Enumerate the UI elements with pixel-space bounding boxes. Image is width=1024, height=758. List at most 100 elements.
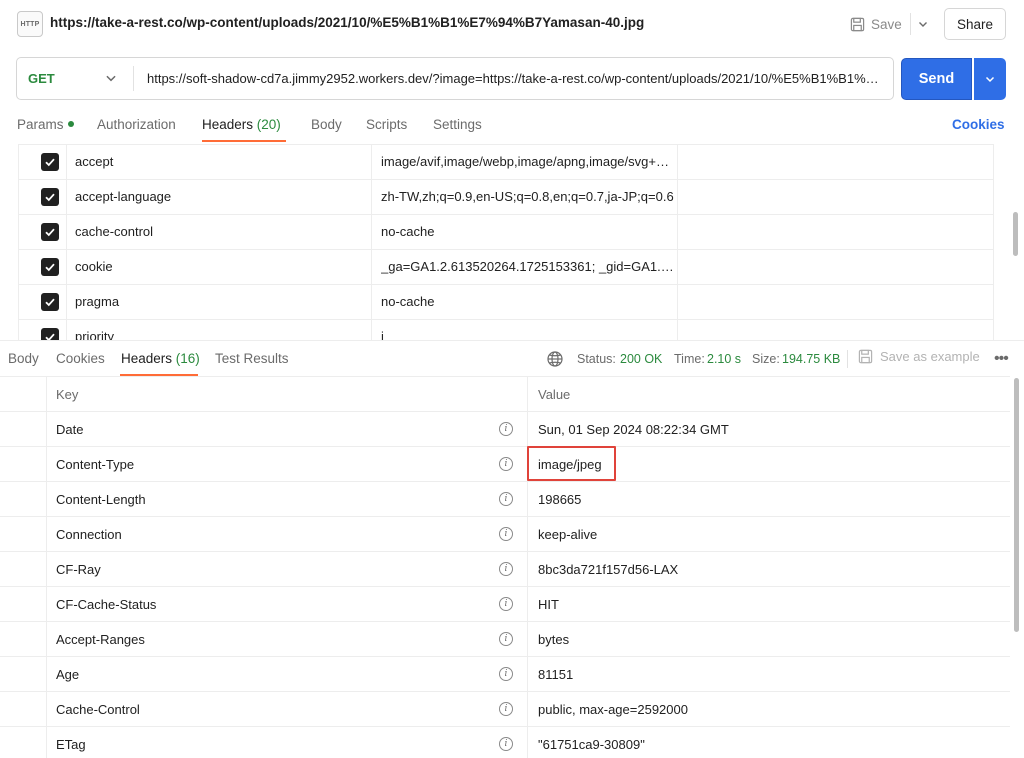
response-header-value: 198665 [538,492,582,507]
info-icon[interactable]: i [499,492,513,506]
response-header-key: Content-Length [56,492,146,507]
table-row: CF-Ray i 8bc3da721f157d56-LAX [0,551,1010,586]
header-value[interactable]: _ga=GA1.2.613520264.1725153361; _gid=GA1… [381,259,675,274]
size-value[interactable]: 194.75 KB [782,352,840,366]
url-input[interactable]: https://soft-shadow-cd7a.jimmy2952.worke… [147,71,887,86]
table-row: Cache-Control i public, max-age=2592000 [0,691,1010,726]
header-value[interactable]: no-cache [381,224,675,239]
header-value[interactable]: i [381,329,675,340]
response-header-value: public, max-age=2592000 [538,702,688,717]
header-key[interactable]: accept-language [75,189,171,204]
response-header-value: HIT [538,597,559,612]
response-header-key: CF-Cache-Status [56,597,157,612]
header-key[interactable]: cache-control [75,224,153,239]
info-icon[interactable]: i [499,457,513,471]
response-header-key: CF-Ray [56,562,101,577]
send-button[interactable]: Send [901,58,972,100]
tab-label: Headers [121,351,173,366]
tab-label: Body [311,117,342,132]
divider [910,13,911,35]
table-row: Connection i keep-alive [0,516,1010,551]
response-header-value: Sun, 01 Sep 2024 08:22:34 GMT [538,422,729,437]
save-options-button[interactable] [913,12,933,36]
status-value[interactable]: 200 OK [620,352,662,366]
checkmark-icon [45,158,55,167]
header-enabled-checkbox[interactable] [41,153,59,171]
header-value[interactable]: no-cache [381,294,675,309]
header-enabled-checkbox[interactable] [41,188,59,206]
tab-response-body[interactable]: Body [8,351,39,366]
tab-test-results[interactable]: Test Results [215,351,289,366]
table-row: Date i Sun, 01 Sep 2024 08:22:34 GMT [0,411,1010,446]
active-tab-indicator [202,140,286,142]
table-row: ETag i "61751ca9-30809" [0,726,1010,758]
tab-label: Settings [433,117,482,132]
response-headers-table: Key Value Date i Sun, 01 Sep 2024 08:22:… [0,376,1010,758]
tab-authorization[interactable]: Authorization [97,117,176,132]
header-key[interactable]: cookie [75,259,113,274]
cookies-link[interactable]: Cookies [952,117,1005,132]
info-icon[interactable]: i [499,597,513,611]
info-icon[interactable]: i [499,422,513,436]
tab-response-headers[interactable]: Headers (16) [121,351,200,366]
info-icon[interactable]: i [499,702,513,716]
header-value[interactable]: zh-TW,zh;q=0.9,en-US;q=0.8,en;q=0.7,ja-J… [381,189,675,204]
tab-response-cookies[interactable]: Cookies [56,351,105,366]
tab-params[interactable]: Params [17,117,74,132]
header-enabled-checkbox[interactable] [41,258,59,276]
chevron-down-icon [985,76,995,83]
save-icon [858,349,873,364]
time-value[interactable]: 2.10 s [707,352,741,366]
more-options-icon[interactable]: ••• [994,350,1009,368]
header-value[interactable]: image/avif,image/webp,image/apng,image/s… [381,154,675,169]
request-header-row: accept image/avif,image/webp,image/apng,… [19,144,993,179]
status-label: Status: [577,352,616,366]
info-icon[interactable]: i [499,667,513,681]
globe-icon[interactable] [546,350,564,368]
save-button[interactable]: Save [846,10,908,38]
table-row: CF-Cache-Status i HIT [0,586,1010,621]
request-header-row: pragma no-cache [19,284,993,319]
method-label: GET [28,71,55,86]
method-select[interactable]: GET [17,58,133,99]
params-indicator-dot [67,121,74,127]
response-header-key: Connection [56,527,122,542]
tab-settings[interactable]: Settings [433,117,482,132]
info-icon[interactable]: i [499,527,513,541]
tab-label: Authorization [97,117,176,132]
tab-scripts[interactable]: Scripts [366,117,407,132]
header-enabled-checkbox[interactable] [41,223,59,241]
save-as-example-button[interactable]: Save as example [858,349,980,364]
info-icon[interactable]: i [499,632,513,646]
table-row: Content-Length i 198665 [0,481,1010,516]
response-header-value: "61751ca9-30809" [538,737,645,752]
save-label: Save [871,16,902,32]
header-key[interactable]: pragma [75,294,119,309]
tab-body[interactable]: Body [311,117,342,132]
response-header-key: Accept-Ranges [56,632,145,647]
send-options-button[interactable] [974,58,1006,100]
request-table-scrollbar[interactable] [1013,212,1018,256]
column-header-value: Value [538,387,571,402]
size-label: Size: [752,352,780,366]
info-icon[interactable]: i [499,737,513,751]
info-icon[interactable]: i [499,562,513,576]
checkmark-icon [45,193,55,202]
share-button[interactable]: Share [944,8,1006,40]
chevron-down-icon [106,75,116,82]
header-enabled-checkbox[interactable] [41,293,59,311]
time-label: Time: [674,352,705,366]
request-header-row: cookie _ga=GA1.2.613520264.1725153361; _… [19,249,993,284]
header-key[interactable]: priority [75,329,114,340]
request-headers-table: accept image/avif,image/webp,image/apng,… [18,144,994,340]
tab-headers[interactable]: Headers (20) [202,117,281,132]
checkmark-icon [45,263,55,272]
request-header-row: priority i [19,319,993,340]
response-table-scrollbar[interactable] [1014,378,1019,632]
checkmark-icon [45,298,55,307]
header-enabled-checkbox[interactable] [41,328,59,340]
request-title[interactable]: https://take-a-rest.co/wp-content/upload… [50,15,644,30]
table-row: Age i 81151 [0,656,1010,691]
request-title-bar: HTTP https://take-a-rest.co/wp-content/u… [0,0,1024,48]
header-key[interactable]: accept [75,154,113,169]
